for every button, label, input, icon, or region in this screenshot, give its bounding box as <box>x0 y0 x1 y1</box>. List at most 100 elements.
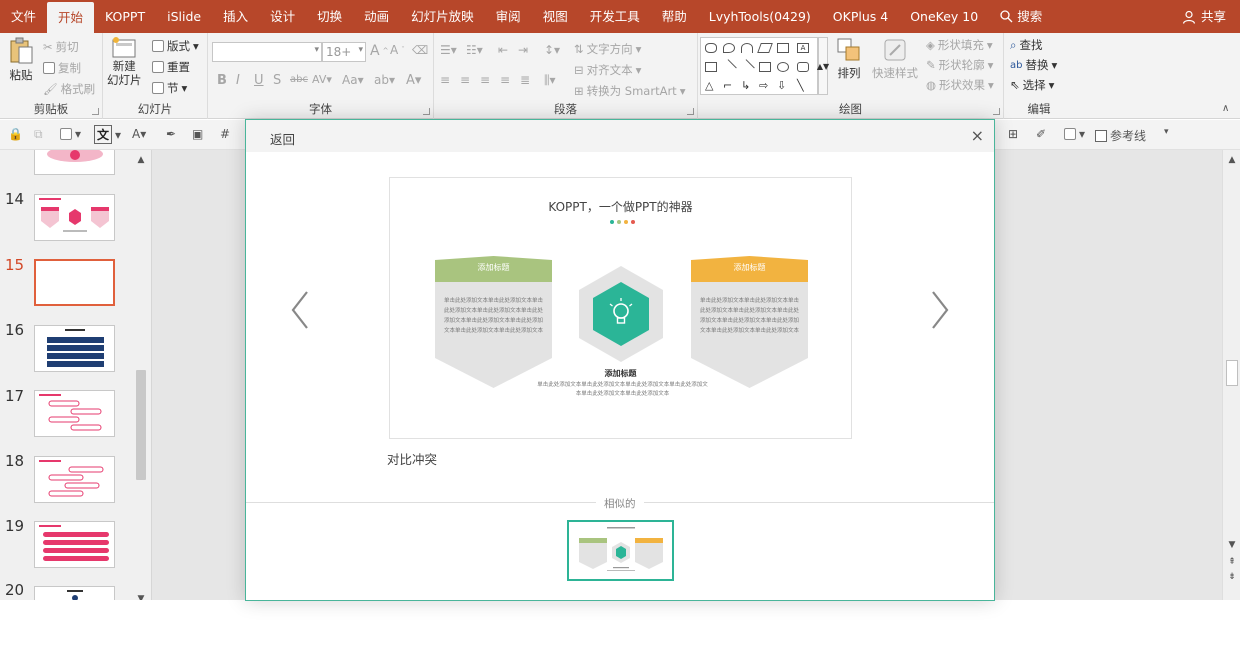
slide-thumbnail-14[interactable] <box>34 194 115 241</box>
tab-design[interactable]: 设计 <box>259 0 306 33</box>
tab-help[interactable]: 帮助 <box>651 0 698 33</box>
line-spacing-button[interactable]: ↕▾ <box>544 43 560 57</box>
char-spacing-button[interactable]: AV▾ <box>312 73 332 86</box>
slide-thumbnail-13[interactable] <box>34 150 115 175</box>
section-button[interactable]: 节 ▾ <box>152 80 187 96</box>
eyedropper-icon[interactable]: ✒ <box>166 127 176 141</box>
highlight-button[interactable]: ab▾ <box>374 73 395 87</box>
strikethrough-button[interactable]: abc <box>290 74 308 85</box>
trapezoid-shape-icon[interactable] <box>777 43 789 53</box>
decrease-indent-button[interactable]: ⇤ <box>498 43 508 57</box>
tab-transitions[interactable]: 切换 <box>306 0 353 33</box>
new-slide-button[interactable]: 新建 幻灯片 <box>107 37 142 87</box>
clipboard-launcher[interactable] <box>92 108 99 115</box>
paragraph-launcher[interactable] <box>687 108 694 115</box>
slide-thumbnail-20[interactable] <box>34 586 115 600</box>
align-right-button[interactable]: ≡ <box>480 73 490 87</box>
close-icon[interactable]: × <box>971 126 984 145</box>
quick-styles-button[interactable]: 快速样式 <box>872 37 918 81</box>
cut-button[interactable]: ✂ 剪切 <box>43 39 79 55</box>
arrow-line-shape-icon[interactable] <box>739 59 755 75</box>
guides-toggle[interactable]: 参考线 <box>1095 127 1146 144</box>
find-button[interactable]: ⌕ 查找 <box>1010 37 1042 53</box>
similar-template-thumbnail[interactable] <box>567 520 674 581</box>
format-icon[interactable]: ✐ <box>1036 127 1046 141</box>
tab-developer[interactable]: 开发工具 <box>579 0 651 33</box>
slide-thumbnail-17[interactable] <box>34 390 115 437</box>
connector-shape-icon[interactable]: ⌐ <box>723 80 735 91</box>
arrange-button[interactable]: 排列 <box>836 37 862 81</box>
previous-arrow-icon[interactable] <box>287 288 313 332</box>
replace-button[interactable]: ab 替换 ▾ <box>1010 57 1057 73</box>
slide-thumbnail-16[interactable] <box>34 325 115 372</box>
frame-icon[interactable]: ▾ <box>1064 127 1085 141</box>
textbox-vertical-shape-icon[interactable] <box>705 62 717 72</box>
tab-insert[interactable]: 插入 <box>212 0 259 33</box>
tab-koppt[interactable]: KOPPT <box>94 0 156 33</box>
back-button[interactable]: 返回 <box>270 129 295 148</box>
font-size-input[interactable]: 18+ ▾ <box>322 42 366 62</box>
bullets-button[interactable]: ☰▾ <box>440 43 457 57</box>
slide-thumbnail-18[interactable] <box>34 456 115 503</box>
picture-icon[interactable]: ▣ <box>192 127 203 141</box>
triangle-shape-icon[interactable]: △ <box>705 80 717 91</box>
arc-shape-icon[interactable] <box>741 43 753 53</box>
scroll-up-icon[interactable]: ▲ <box>1225 153 1239 167</box>
clear-format-icon[interactable]: ⌫ <box>412 43 428 57</box>
font-style-icon[interactable]: A▾ <box>132 127 146 141</box>
shape-outline-button[interactable]: ✎ 形状轮廓 ▾ <box>926 57 993 73</box>
scroll-down-icon[interactable]: ▼ <box>1225 538 1239 552</box>
hexagon-shape-icon[interactable] <box>705 43 717 53</box>
increase-indent-button[interactable]: ⇥ <box>518 43 528 57</box>
shrink-font-button[interactable]: Aˇ <box>390 43 405 57</box>
guides-checkbox[interactable] <box>1095 129 1107 142</box>
justify-button[interactable]: ≡ <box>500 73 510 87</box>
copy-format-icon[interactable]: ⧉ <box>34 127 43 142</box>
textbox-shape-icon[interactable]: A <box>797 43 809 53</box>
group-icon[interactable]: ⊞ <box>1008 127 1018 141</box>
shape-effects-button[interactable]: ◍ 形状效果 ▾ <box>926 77 994 93</box>
lock-icon[interactable]: 🔒 <box>8 127 23 141</box>
next-slide-icon[interactable]: ⇟ <box>1225 570 1239 584</box>
tab-lvyhtools[interactable]: LvyhTools(0429) <box>698 0 822 33</box>
callout-shape-icon[interactable] <box>723 43 735 53</box>
format-painter-button[interactable]: 🖌 格式刷 <box>43 81 95 97</box>
rectangle-shape-icon[interactable] <box>759 62 771 72</box>
grow-font-button[interactable]: A ^ <box>370 43 388 59</box>
right-arrow-shape-icon[interactable]: ⇨ <box>759 80 771 91</box>
text-style-dropdown[interactable]: 文 ▾ <box>94 125 121 144</box>
tab-home[interactable]: 开始 <box>47 2 95 33</box>
distribute-button[interactable]: ≣ <box>520 73 530 87</box>
down-arrow-shape-icon[interactable]: ⇩ <box>777 80 789 91</box>
bold-button[interactable]: B <box>217 73 227 88</box>
reset-button[interactable]: 重置 <box>152 59 190 75</box>
columns-button[interactable]: ⫼▾ <box>544 73 556 88</box>
toolbar-overflow-icon[interactable]: ▾ <box>1164 127 1169 137</box>
slide-thumbnail-19[interactable] <box>34 521 115 568</box>
main-scroll-thumb[interactable] <box>1226 360 1238 386</box>
line-shape-icon[interactable] <box>721 59 737 75</box>
align-center-button[interactable]: ≡ <box>460 73 470 87</box>
text-direction-button[interactable]: ⇅ 文字方向 ▾ <box>574 41 641 57</box>
paste-button[interactable]: 粘贴 <box>8 37 34 83</box>
parallelogram-shape-icon[interactable] <box>757 43 773 53</box>
textbox-dropdown[interactable]: ▾ <box>60 127 81 141</box>
main-scrollbar[interactable]: ▲ ▼ ⇞ ⇟ <box>1222 150 1240 600</box>
layout-button[interactable]: 版式 ▾ <box>152 38 199 54</box>
search-box[interactable]: 搜索 <box>989 0 1053 33</box>
collapse-ribbon-button[interactable]: ∧ <box>1222 103 1229 114</box>
diagonal-line-shape-icon[interactable]: ╲ <box>797 80 809 91</box>
elbow-shape-icon[interactable]: ↳ <box>741 80 753 91</box>
shapes-gallery-scroll[interactable]: ▲▼ <box>817 37 829 95</box>
grid-icon[interactable]: # <box>220 127 230 141</box>
drawing-launcher[interactable] <box>993 108 1000 115</box>
tab-slideshow[interactable]: 幻灯片放映 <box>400 0 485 33</box>
font-name-input[interactable]: ▾ <box>212 42 322 62</box>
tab-okplus[interactable]: OKPlus 4 <box>822 0 899 33</box>
next-arrow-icon[interactable] <box>927 288 953 332</box>
shape-fill-button[interactable]: ◈ 形状填充 ▾ <box>926 37 993 53</box>
underline-button[interactable]: U <box>254 73 264 88</box>
copy-button[interactable]: 复制 <box>43 60 81 76</box>
slide-thumbnail-15[interactable] <box>34 259 115 306</box>
shapes-gallery[interactable]: A △ ⌐ ↳ ⇨ ⇩ ╲ <box>700 37 818 95</box>
